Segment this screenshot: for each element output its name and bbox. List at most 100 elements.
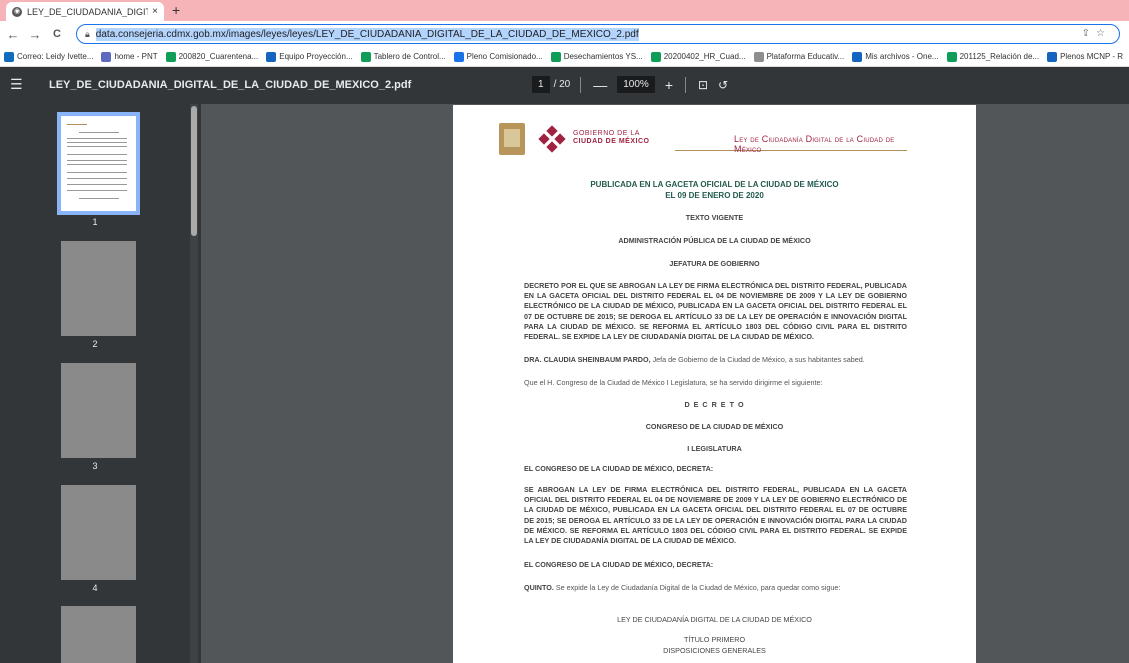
- bookmark-item[interactable]: 200820_Cuarentena...: [165, 51, 259, 62]
- bookmark-favicon-icon: [165, 51, 176, 62]
- decreto-heading: D E C R E T O: [684, 400, 745, 409]
- bookmark-item[interactable]: Equipo Proyección...: [266, 51, 353, 62]
- menu-icon[interactable]: ☰: [10, 76, 23, 93]
- bookmark-label: Desechamientos YS...: [563, 52, 643, 61]
- tab-title: LEY_DE_CIUDADANIA_DIGITAL_D: [27, 6, 148, 17]
- bookmark-label: 200820_Cuarentena...: [178, 52, 259, 61]
- bookmark-item[interactable]: Desechamientos YS...: [550, 51, 643, 62]
- law-title: LEY DE CIUDADANÍA DIGITAL DE LA CIUDAD D…: [617, 615, 812, 624]
- bookmark-favicon-icon: [550, 51, 561, 62]
- bookmark-favicon-icon: [753, 51, 764, 62]
- page-controls: 1 / 20 — 100% + ⊡ ↺: [532, 76, 730, 93]
- close-tab-icon[interactable]: ×: [152, 6, 158, 17]
- bookmark-favicon-icon: [852, 51, 863, 62]
- congreso-heading: CONGRESO DE LA CIUDAD DE MÉXICO: [645, 422, 784, 431]
- bookmark-item[interactable]: home - PNT: [101, 51, 158, 62]
- administracion-heading: ADMINISTRACIÓN PÚBLICA DE LA CIUDAD DE M…: [618, 236, 811, 245]
- gobierno-cdmx-logo: [538, 125, 566, 153]
- bookmark-favicon-icon: [360, 51, 371, 62]
- sidebar-scrollbar[interactable]: [190, 104, 198, 663]
- bookmark-item[interactable]: 20200402_HR_Cuad...: [650, 51, 746, 62]
- new-tab-button[interactable]: +: [172, 2, 180, 19]
- scrollbar-thumb[interactable]: [191, 106, 197, 236]
- legislatura-heading: I LEGISLATURA: [687, 444, 742, 453]
- thumbnail-label: 3: [92, 461, 98, 471]
- share-icon[interactable]: ⇪: [1082, 28, 1096, 39]
- thumbnail-page-4[interactable]: [61, 485, 136, 580]
- rotate-icon[interactable]: ↺: [718, 78, 728, 92]
- disposiciones-generales: DISPOSICIONES GENERALES: [663, 646, 766, 655]
- bookmark-item[interactable]: Pleno Comisionado...: [453, 51, 543, 62]
- thumbnail-page-3[interactable]: [61, 363, 136, 458]
- thumbnail-label: 1: [92, 217, 98, 227]
- address-bar[interactable]: 🔒︎ data.consejeria.cdmx.gob.mx/images/le…: [76, 24, 1120, 44]
- publication-line-2: EL 09 DE ENERO DE 2020: [665, 191, 764, 200]
- bookmark-favicon-icon: [946, 51, 957, 62]
- lock-icon: 🔒︎: [85, 28, 90, 39]
- thumbnail-label: 4: [92, 583, 98, 593]
- forward-button[interactable]: →: [26, 27, 44, 42]
- bookmark-label: home - PNT: [114, 52, 158, 61]
- thumbnail-page-1[interactable]: [57, 112, 140, 215]
- sheinbaum-paragraph: DRA. CLAUDIA SHEINBAUM PARDO, Jefa de Go…: [524, 355, 865, 364]
- zoom-input[interactable]: 100%: [617, 76, 655, 93]
- bookmark-label: Plenos MCNP - R: [1060, 52, 1124, 61]
- bookmark-label: Plataforma Educativ...: [766, 52, 845, 61]
- congreso-paragraph: Que el H. Congreso de la Ciudad de Méxic…: [524, 378, 823, 387]
- bookmark-item[interactable]: Plenos MCNP - R: [1047, 51, 1124, 62]
- quinto-paragraph: QUINTO. Se expide la Ley de Ciudadanía D…: [524, 583, 841, 592]
- bookmark-label: Pleno Comisionado...: [466, 52, 543, 61]
- cdmx-shield-logo: [499, 123, 525, 155]
- browser-tab[interactable]: ◉ LEY_DE_CIUDADANIA_DIGITAL_D ×: [6, 2, 164, 21]
- bookmark-label: 20200402_HR_Cuad...: [663, 52, 746, 61]
- zoom-out-button[interactable]: —: [593, 77, 607, 93]
- toolbar-divider: [685, 76, 687, 93]
- bookmark-item[interactable]: Mis archivos - One...: [852, 51, 939, 62]
- pdf-page: GOBIERNO DE LA CIUDAD DE MÉXICO Ley de Ci…: [453, 105, 976, 663]
- bookmark-label: 201125_Relación de...: [959, 52, 1040, 61]
- bookmark-favicon-icon: [4, 51, 14, 62]
- bookmark-favicon-icon: [1047, 51, 1058, 62]
- star-icon[interactable]: ☆: [1096, 28, 1111, 39]
- thumbnail-label: 2: [92, 339, 98, 349]
- decreta-line-1: EL CONGRESO DE LA CIUDAD DE MÉXICO, DECR…: [524, 464, 714, 473]
- tab-strip: ◉ LEY_DE_CIUDADANIA_DIGITAL_D × +: [0, 0, 1129, 21]
- titulo-primero: TÍTULO PRIMERO: [683, 635, 746, 644]
- navigation-bar: ← → C 🔒︎ data.consejeria.cdmx.gob.mx/ima…: [0, 21, 1129, 47]
- pdf-filename: LEY_DE_CIUDADANIA_DIGITAL_DE_LA_CIUDAD_D…: [49, 79, 412, 91]
- bookmark-favicon-icon: [266, 51, 277, 62]
- header-law-title: Ley de Ciudadanía Digital de la Ciudad d…: [734, 134, 895, 154]
- bookmark-label: Mis archivos - One...: [865, 52, 939, 61]
- bookmark-favicon-icon: [101, 51, 112, 62]
- fit-page-icon[interactable]: ⊡: [698, 78, 708, 92]
- zoom-in-button[interactable]: +: [665, 77, 673, 93]
- bookmark-label: Equipo Proyección...: [279, 52, 353, 61]
- page-total: / 20: [553, 79, 571, 90]
- back-button[interactable]: ←: [4, 27, 22, 42]
- decreto-paragraph: DECRETO POR EL QUE SE ABROGAN LA LEY DE …: [524, 281, 907, 342]
- thumbnail-page-2[interactable]: [61, 241, 136, 336]
- pdf-toolbar: ☰ LEY_DE_CIUDADANIA_DIGITAL_DE_LA_CIUDAD…: [0, 67, 1129, 104]
- bookmark-label: Tablero de Control...: [373, 52, 446, 61]
- abrogan-paragraph: SE ABROGAN LA LEY DE FIRMA ELECTRÓNICA D…: [524, 485, 907, 546]
- reload-button[interactable]: C: [48, 28, 66, 40]
- bookmark-label: Correo: Leidy Ivette...: [17, 52, 94, 61]
- thumbnail-page-5[interactable]: [61, 606, 136, 663]
- toolbar-divider: [580, 76, 582, 93]
- globe-icon: ◉: [12, 6, 22, 17]
- decreta-line-2: EL CONGRESO DE LA CIUDAD DE MÉXICO, DECR…: [524, 560, 714, 569]
- publication-line-1: PUBLICADA EN LA GACETA OFICIAL DE LA CIU…: [590, 180, 839, 189]
- page-number-input[interactable]: 1: [532, 76, 550, 93]
- bookmarks-bar: Correo: Leidy Ivette... home - PNT 200820_…: [0, 47, 1129, 67]
- bookmark-favicon-icon: [650, 51, 661, 62]
- gobierno-text: GOBIERNO DE LA CIUDAD DE MÉXICO: [573, 130, 650, 145]
- url-text[interactable]: data.consejeria.cdmx.gob.mx/images/leyes…: [95, 27, 639, 41]
- document-header: GOBIERNO DE LA CIUDAD DE MÉXICO Ley de Ci…: [499, 123, 907, 155]
- bookmark-item[interactable]: 201125_Relación de...: [946, 51, 1040, 62]
- bookmark-item[interactable]: Tablero de Control...: [360, 51, 446, 62]
- bookmark-item[interactable]: Plataforma Educativ...: [753, 51, 845, 62]
- thumbnail-sidebar: 1 2 3 4: [0, 104, 201, 663]
- bookmark-item[interactable]: Correo: Leidy Ivette...: [4, 51, 94, 62]
- texto-vigente: TEXTO VIGENTE: [685, 213, 744, 222]
- bookmark-favicon-icon: [453, 51, 464, 62]
